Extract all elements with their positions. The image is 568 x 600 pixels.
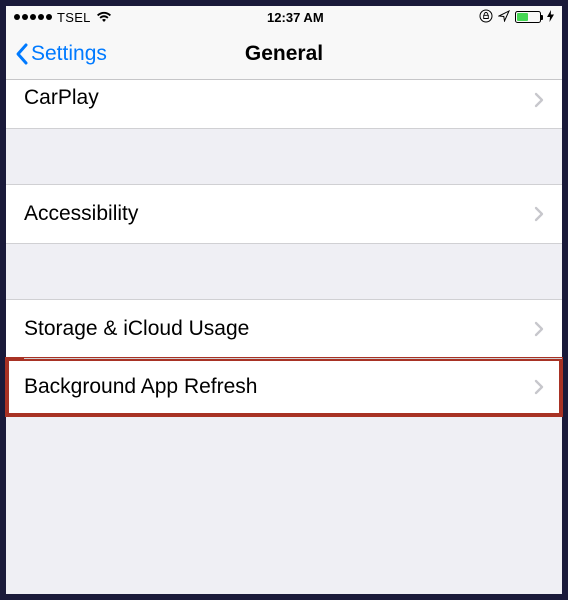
carrier-label: TSEL (57, 10, 91, 25)
status-bar: TSEL 12:37 AM (6, 6, 562, 28)
page-title: General (245, 42, 323, 66)
background-app-refresh-row[interactable]: Background App Refresh (6, 358, 562, 416)
carplay-row[interactable]: CarPlay (6, 80, 562, 128)
accessibility-row[interactable]: Accessibility (6, 185, 562, 243)
list-group: Storage & iCloud Usage Background App Re… (6, 299, 562, 417)
chevron-right-icon (534, 321, 544, 337)
location-icon (498, 10, 510, 25)
row-label: CarPlay (24, 86, 534, 110)
navigation-bar: Settings General (6, 28, 562, 80)
chevron-right-icon (534, 379, 544, 395)
row-label: Background App Refresh (24, 375, 534, 399)
battery-icon (515, 11, 541, 23)
group-separator (6, 129, 562, 184)
back-button-label: Settings (31, 42, 107, 66)
list-group: Accessibility (6, 184, 562, 244)
status-time: 12:37 AM (267, 10, 324, 25)
group-separator (6, 417, 562, 497)
chevron-left-icon (14, 42, 29, 66)
status-right (479, 9, 554, 26)
signal-strength-icon (14, 14, 52, 20)
list-group: CarPlay (6, 80, 562, 129)
settings-list: CarPlay Accessibility Storage & iCloud U… (6, 80, 562, 497)
row-label: Storage & iCloud Usage (24, 317, 534, 341)
row-label: Accessibility (24, 202, 534, 226)
group-separator (6, 244, 562, 299)
back-button[interactable]: Settings (6, 42, 107, 66)
chevron-right-icon (534, 92, 544, 108)
charging-icon (547, 10, 554, 25)
chevron-right-icon (534, 206, 544, 222)
device-frame: TSEL 12:37 AM Settings General (0, 0, 568, 600)
wifi-icon (96, 11, 112, 23)
storage-row[interactable]: Storage & iCloud Usage (6, 300, 562, 358)
rotation-lock-icon (479, 9, 493, 26)
status-left: TSEL (14, 10, 112, 25)
